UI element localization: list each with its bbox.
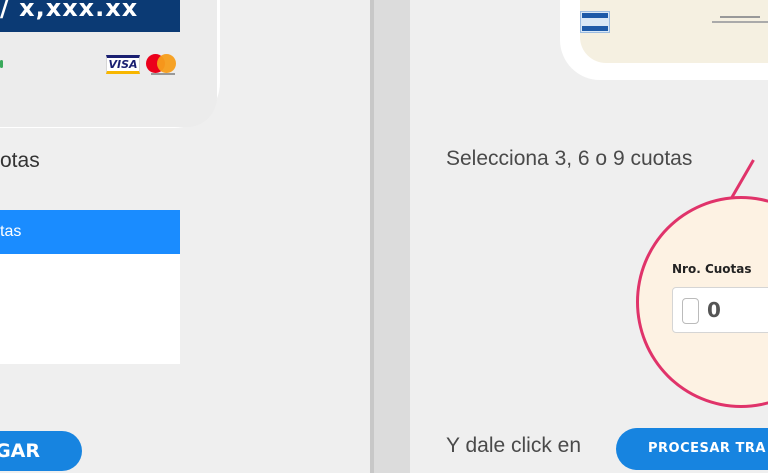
cuotas-dropdown-list[interactable]: tas <box>0 210 180 364</box>
mastercard-orange-circle <box>157 54 176 73</box>
left-panel: / x,xxx.xx VISA otas tas GAR <box>0 0 370 473</box>
visa-label: VISA <box>108 58 138 71</box>
panel-divider-line <box>370 0 374 473</box>
pay-button[interactable]: GAR <box>0 431 82 471</box>
mini-logo-top-bar <box>582 13 608 18</box>
cuotas-instruction-partial: otas <box>0 149 40 172</box>
card-indicator <box>0 60 3 68</box>
card-number: / x,xxx.xx <box>0 0 139 22</box>
mini-logo-bottom-bar <box>582 26 608 31</box>
cuotas-instruction: Selecciona 3, 6 o 9 cuotas <box>446 147 693 170</box>
dropdown-option-selected[interactable]: tas <box>0 210 180 254</box>
cuotas-input-value: 0 <box>707 298 721 322</box>
visa-logo: VISA <box>106 55 140 74</box>
checkbox-icon <box>682 298 699 324</box>
right-panel: Selecciona 3, 6 o 9 cuotas Nro. Cuotas 0… <box>410 0 768 473</box>
tutorial-page: / x,xxx.xx VISA otas tas GAR Selecciona … <box>0 0 768 473</box>
process-transaction-button[interactable]: PROCESAR TRA <box>616 428 768 470</box>
cuotas-field-label: Nro. Cuotas <box>672 262 752 276</box>
cuotas-input[interactable]: 0 <box>672 287 768 333</box>
click-instruction: Y dale click en <box>446 434 582 457</box>
mini-brand-logo <box>580 11 610 33</box>
mastercard-wordmark <box>151 73 175 75</box>
card-header: / x,xxx.xx <box>0 0 180 32</box>
mini-copyright-text <box>710 14 768 29</box>
mastercard-logo <box>146 54 180 76</box>
mini-copyright-lines <box>712 16 768 23</box>
panel-divider <box>370 0 410 473</box>
